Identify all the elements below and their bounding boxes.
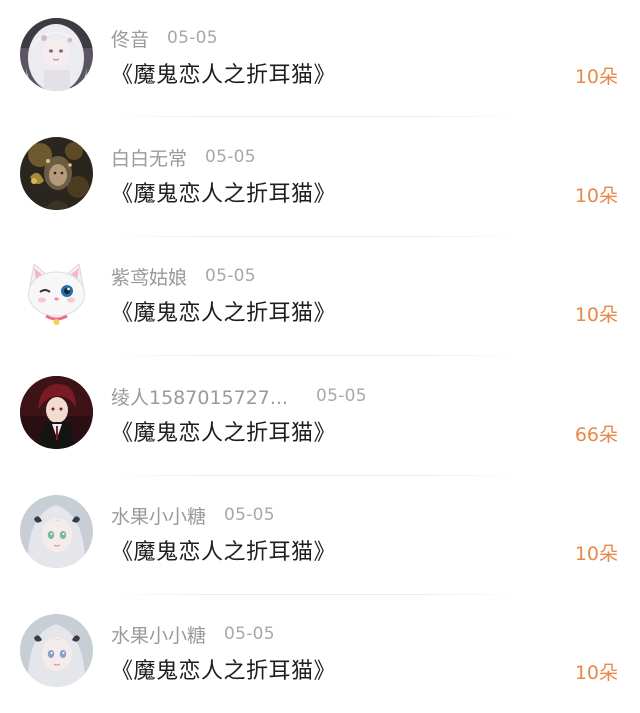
avatar-dark-gold-girl-icon [20,137,93,210]
gift-count: 10朵 [574,66,618,88]
gift-count: 66朵 [574,424,618,446]
list-item[interactable]: 白白无常 05-05 《魔鬼恋人之折耳猫》 10朵 [0,119,640,238]
gift-count: 10朵 [574,304,618,326]
gift-count: 10朵 [574,662,618,684]
avatar-red-hair-boy-icon [20,376,93,449]
item-meta: 白白无常 05-05 [111,144,256,170]
divider [106,594,526,595]
gift-count: 10朵 [574,543,618,565]
gift-count: 10朵 [574,185,618,207]
date: 05-05 [224,505,275,525]
avatar[interactable] [20,137,93,210]
book-title[interactable]: 《魔鬼恋人之折耳猫》 [111,57,336,89]
divider [106,236,526,237]
avatar-white-hair-girl-icon [20,18,93,91]
avatar-white-cat-icon [20,256,93,329]
item-meta: 绫人1587015727... 05-05 [111,383,367,409]
list-item[interactable]: 佟音 05-05 《魔鬼恋人之折耳猫》 10朵 [0,0,640,119]
book-title[interactable]: 《魔鬼恋人之折耳猫》 [111,415,336,447]
book-title[interactable]: 《魔鬼恋人之折耳猫》 [111,534,336,566]
date: 05-05 [316,386,367,406]
divider [106,355,526,356]
item-meta: 紫鸢姑娘 05-05 [111,263,256,289]
book-title[interactable]: 《魔鬼恋人之折耳猫》 [111,295,336,327]
divider [106,475,526,476]
item-meta: 水果小小糖 05-05 [111,502,275,528]
item-meta: 佟音 05-05 [111,25,218,51]
user-name[interactable]: 紫鸢姑娘 [111,263,187,290]
item-meta: 水果小小糖 05-05 [111,621,275,647]
date: 05-05 [205,147,256,167]
avatar-silver-hair-girl-icon [20,495,93,568]
avatar[interactable] [20,376,93,449]
user-name[interactable]: 水果小小糖 [111,621,206,648]
divider [106,116,526,117]
user-name[interactable]: 水果小小糖 [111,502,206,529]
book-title[interactable]: 《魔鬼恋人之折耳猫》 [111,653,336,685]
book-title[interactable]: 《魔鬼恋人之折耳猫》 [111,176,336,208]
list-item[interactable]: 水果小小糖 05-05 《魔鬼恋人之折耳猫》 10朵 [0,477,640,596]
date: 05-05 [205,266,256,286]
date: 05-05 [224,624,275,644]
avatar[interactable] [20,256,93,329]
avatar[interactable] [20,18,93,91]
user-name[interactable]: 绫人1587015727... [111,383,288,410]
list-item[interactable]: 紫鸢姑娘 05-05 《魔鬼恋人之折耳猫》 10朵 [0,238,640,357]
avatar-silver-hair-girl-icon [20,614,93,687]
gift-record-list: 佟音 05-05 《魔鬼恋人之折耳猫》 10朵 白白无常 05-05 《魔鬼恋人… [0,0,640,713]
list-item[interactable]: 水果小小糖 05-05 《魔鬼恋人之折耳猫》 10朵 [0,596,640,713]
avatar[interactable] [20,614,93,687]
list-item[interactable]: 绫人1587015727... 05-05 《魔鬼恋人之折耳猫》 66朵 [0,358,640,477]
avatar[interactable] [20,495,93,568]
user-name[interactable]: 佟音 [111,25,149,52]
date: 05-05 [167,28,218,48]
user-name[interactable]: 白白无常 [111,144,187,171]
